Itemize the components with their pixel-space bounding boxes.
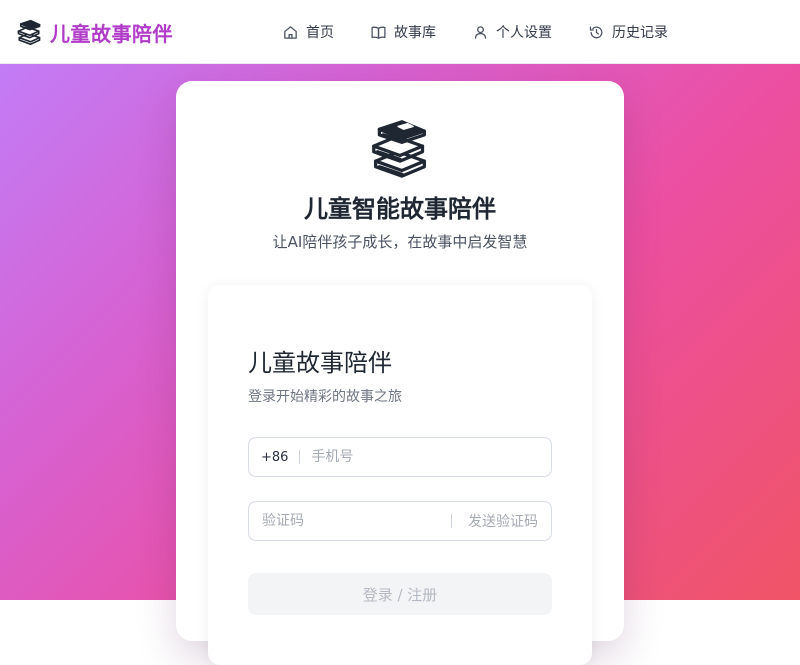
main-nav: 首页 故事库 个人设置 历史记录 xyxy=(282,0,668,64)
verification-code-input[interactable] xyxy=(262,502,442,540)
book-open-icon xyxy=(371,26,386,39)
home-icon xyxy=(284,25,297,39)
hero-subtitle: 让AI陪伴孩子成长，在故事中启发智慧 xyxy=(272,233,528,251)
login-card: 儿童智能故事陪伴 让AI陪伴孩子成长，在故事中启发智慧 儿童故事陪伴 登录开始精… xyxy=(176,81,624,665)
hero-title: 儿童智能故事陪伴 xyxy=(304,195,496,223)
field-divider xyxy=(451,514,452,528)
nav-item-history[interactable]: 历史记录 xyxy=(588,14,668,50)
books-icon xyxy=(17,19,41,45)
send-code-button[interactable]: 发送验证码 xyxy=(468,511,538,531)
history-icon xyxy=(589,26,603,38)
field-divider xyxy=(299,450,301,464)
nav-label-settings: 个人设置 xyxy=(496,25,552,41)
form-title: 儿童故事陪伴 xyxy=(248,349,392,377)
login-form: 儿童故事陪伴 登录开始精彩的故事之旅 +86 发送验证码 登录 / 注册 xyxy=(208,285,592,665)
nav-label-story-library: 故事库 xyxy=(394,25,436,41)
user-icon xyxy=(474,25,487,39)
login-register-button[interactable]: 登录 / 注册 xyxy=(248,573,552,615)
nav-label-history: 历史记录 xyxy=(612,25,668,41)
phone-input[interactable] xyxy=(311,438,532,476)
nav-label-home: 首页 xyxy=(306,25,334,41)
verification-code-field[interactable]: 发送验证码 xyxy=(248,501,552,541)
nav-item-settings[interactable]: 个人设置 xyxy=(472,14,552,50)
nav-item-home[interactable]: 首页 xyxy=(282,14,334,50)
books-icon xyxy=(372,120,427,178)
phone-field[interactable]: +86 xyxy=(248,437,552,477)
brand-title: 儿童故事陪伴 xyxy=(50,21,173,46)
country-code[interactable]: +86 xyxy=(261,450,288,465)
form-subtitle: 登录开始精彩的故事之旅 xyxy=(248,389,402,405)
nav-item-story-library[interactable]: 故事库 xyxy=(370,14,436,50)
brand-logo[interactable]: 儿童故事陪伴 xyxy=(16,18,173,46)
top-navbar: 儿童故事陪伴 首页 故事库 个人设置 历史记录 xyxy=(0,0,800,64)
